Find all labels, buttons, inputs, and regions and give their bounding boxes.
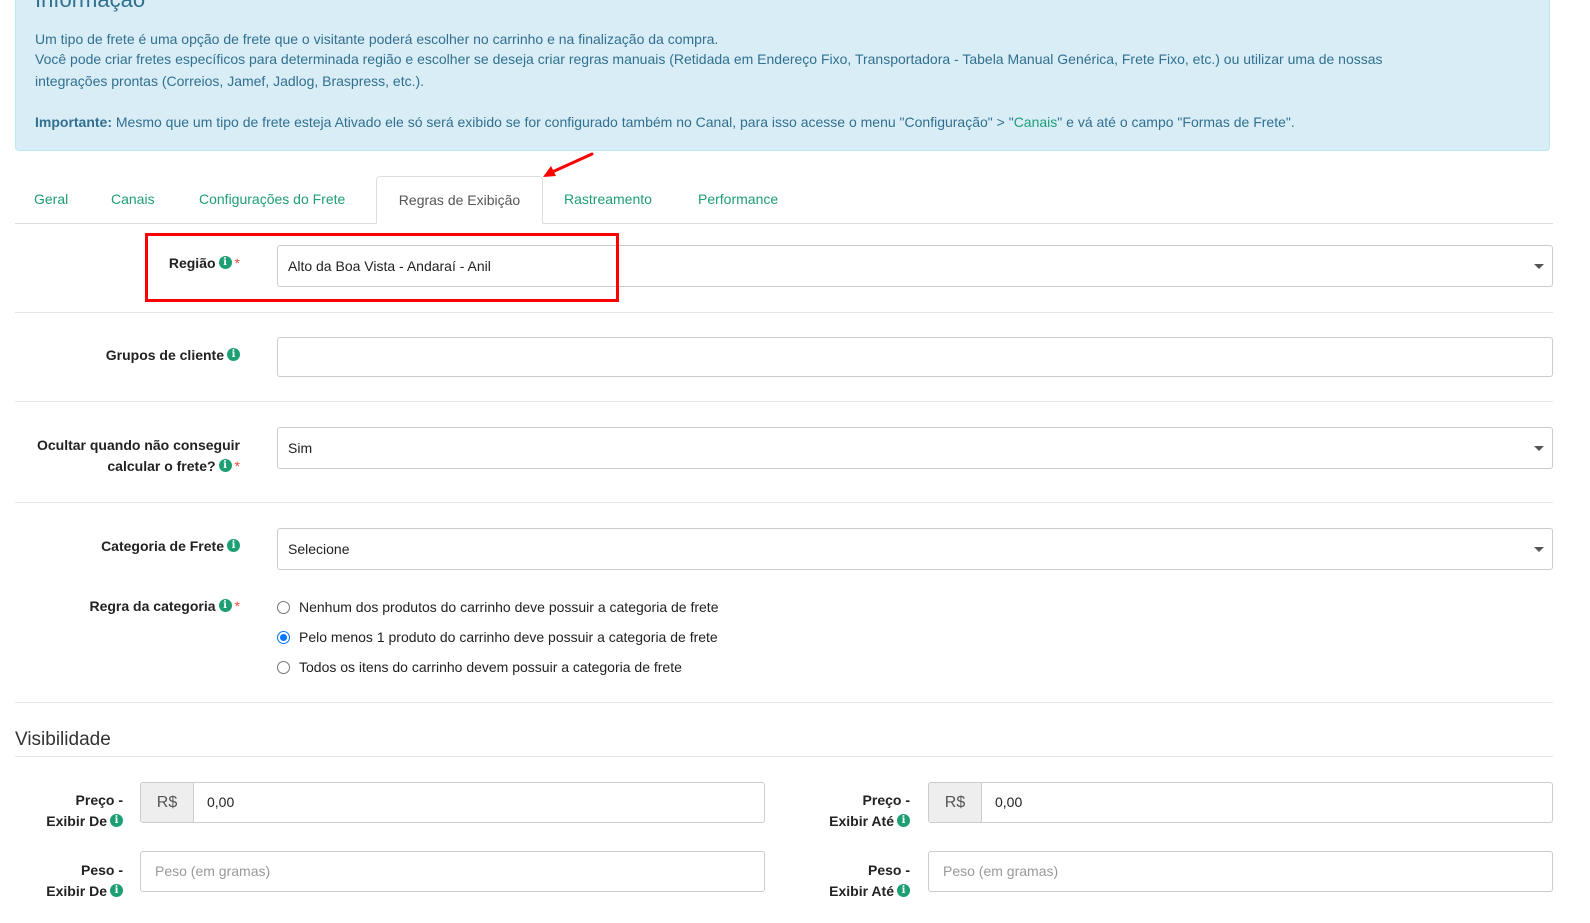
preco-de-label-line2: Exibir De bbox=[46, 813, 107, 829]
categoria-label-text: Categoria de Frete bbox=[101, 538, 224, 554]
info-icon[interactable]: i bbox=[110, 813, 123, 827]
ocultar-value: Sim bbox=[288, 440, 313, 456]
peso-de-placeholder: Peso (em gramas) bbox=[155, 863, 271, 879]
canais-link[interactable]: Canais bbox=[1014, 114, 1058, 130]
preco-de-label: Preço - Exibir De i bbox=[46, 790, 123, 832]
info-icon[interactable]: i bbox=[227, 347, 240, 361]
info-line-2: Você pode criar fretes específicos para … bbox=[35, 51, 1383, 67]
peso-de-label-line1: Peso - bbox=[80, 862, 123, 878]
grupos-cliente-input[interactable] bbox=[277, 337, 1553, 377]
info-icon[interactable]: i bbox=[218, 598, 232, 612]
chevron-down-icon bbox=[1534, 446, 1544, 451]
peso-exibir-de-input[interactable]: Peso (em gramas) bbox=[140, 851, 765, 892]
info-important: Importante: Mesmo que um tipo de frete e… bbox=[35, 113, 1295, 131]
info-icon[interactable]: i bbox=[110, 883, 123, 897]
grupos-label-text: Grupos de cliente bbox=[105, 347, 224, 363]
chevron-down-icon bbox=[1534, 264, 1544, 269]
peso-ate-label-line2: Exibir Até bbox=[829, 883, 894, 899]
radio-button[interactable] bbox=[277, 600, 290, 614]
divider bbox=[15, 502, 1553, 503]
ocultar-label-line1: Ocultar quando não conseguir bbox=[36, 437, 240, 453]
radio-button-checked[interactable] bbox=[277, 630, 290, 644]
divider bbox=[15, 401, 1553, 402]
categoria-label: Categoria de Frete i bbox=[101, 536, 240, 557]
info-line-1: Um tipo de frete é uma opção de frete qu… bbox=[35, 31, 719, 47]
tab-performance[interactable]: Performance bbox=[698, 176, 778, 223]
tab-regras-exibicao[interactable]: Regras de Exibição bbox=[376, 176, 543, 224]
preco-ate-value: 0,00 bbox=[995, 794, 1023, 810]
currency-addon: R$ bbox=[141, 783, 194, 822]
peso-de-label: Peso - Exibir De i bbox=[46, 860, 123, 902]
info-title: Informação bbox=[35, 0, 145, 13]
categoria-value: Selecione bbox=[288, 541, 350, 557]
radio-button[interactable] bbox=[277, 660, 290, 674]
info-icon[interactable]: i bbox=[227, 538, 240, 552]
preco-de-label-line1: Preço - bbox=[75, 792, 123, 808]
ocultar-label: Ocultar quando não conseguir calcular o f… bbox=[37, 435, 240, 477]
divider bbox=[15, 312, 1553, 313]
preco-exibir-ate-input[interactable]: R$ 0,00 bbox=[928, 782, 1553, 823]
regra-option-nenhum[interactable]: Nenhum dos produtos do carrinho deve pos… bbox=[277, 597, 718, 617]
tab-configuracoes-frete[interactable]: Configurações do Frete bbox=[199, 176, 345, 223]
categoria-frete-select[interactable]: Selecione bbox=[277, 528, 1553, 570]
info-icon[interactable]: i bbox=[218, 458, 232, 472]
ocultar-select[interactable]: Sim bbox=[277, 427, 1553, 469]
preco-exibir-de-input[interactable]: R$ 0,00 bbox=[140, 782, 765, 823]
peso-exibir-ate-input[interactable]: Peso (em gramas) bbox=[928, 851, 1553, 892]
info-alert: Informação Um tipo de frete é uma opção … bbox=[15, 0, 1550, 151]
chevron-down-icon bbox=[1534, 547, 1544, 552]
visibilidade-heading: Visibilidade bbox=[15, 729, 111, 750]
required-asterisk: * bbox=[234, 598, 240, 614]
tab-rastreamento[interactable]: Rastreamento bbox=[564, 176, 652, 223]
radio-label: Todos os itens do carrinho devem possuir… bbox=[299, 659, 682, 675]
preco-de-value: 0,00 bbox=[207, 794, 235, 810]
important-label: Importante: bbox=[35, 114, 112, 130]
important-text-2: " e vá até o campo "Formas de Frete". bbox=[1057, 114, 1295, 130]
preco-ate-label-line1: Preço - bbox=[862, 792, 910, 808]
radio-label: Pelo menos 1 produto do carrinho deve po… bbox=[299, 629, 718, 645]
ocultar-label-line2: calcular o frete? bbox=[107, 458, 216, 474]
tab-geral[interactable]: Geral bbox=[34, 176, 68, 223]
regra-label-text: Regra da categoria bbox=[89, 598, 216, 614]
regra-option-todos[interactable]: Todos os itens do carrinho devem possuir… bbox=[277, 657, 682, 677]
peso-ate-placeholder: Peso (em gramas) bbox=[943, 863, 1059, 879]
important-text-1: Mesmo que um tipo de frete esteja Ativad… bbox=[112, 114, 1014, 130]
tab-canais[interactable]: Canais bbox=[111, 176, 155, 223]
divider bbox=[15, 702, 1553, 703]
currency-addon: R$ bbox=[929, 783, 982, 822]
required-asterisk: * bbox=[234, 458, 240, 474]
regra-option-pelo-menos-1[interactable]: Pelo menos 1 produto do carrinho deve po… bbox=[277, 627, 718, 647]
divider bbox=[15, 756, 1553, 757]
tab-bar: Geral Canais Configurações do Frete Regr… bbox=[15, 176, 1553, 224]
peso-de-label-line2: Exibir De bbox=[46, 883, 107, 899]
info-icon[interactable]: i bbox=[897, 883, 910, 897]
radio-label: Nenhum dos produtos do carrinho deve pos… bbox=[299, 599, 719, 615]
annotation-highlight-box bbox=[145, 233, 619, 302]
peso-ate-label-line1: Peso - bbox=[867, 862, 910, 878]
grupos-label: Grupos de cliente i bbox=[106, 345, 240, 366]
preco-ate-label: Preço - Exibir Até i bbox=[829, 790, 910, 832]
peso-ate-label: Peso - Exibir Até i bbox=[829, 860, 910, 902]
info-line-3: integrações prontas (Correios, Jamef, Ja… bbox=[35, 73, 425, 89]
preco-ate-label-line2: Exibir Até bbox=[829, 813, 894, 829]
regra-label: Regra da categoria i * bbox=[89, 596, 240, 617]
info-icon[interactable]: i bbox=[897, 813, 910, 827]
